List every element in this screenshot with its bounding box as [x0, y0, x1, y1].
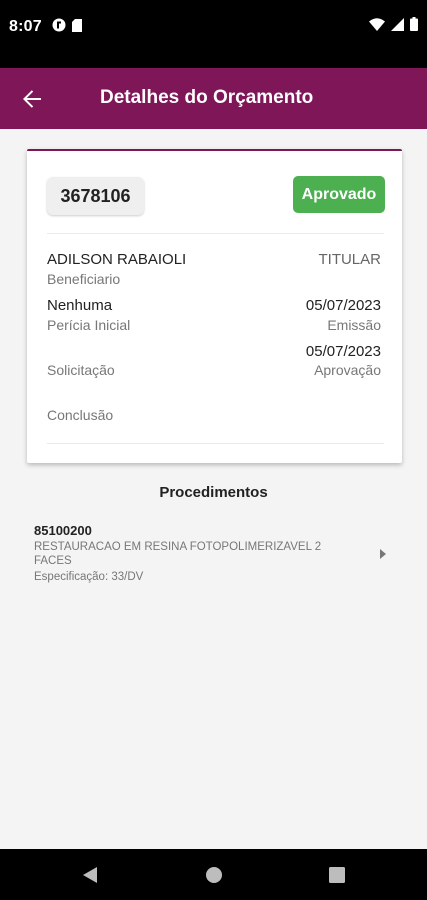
- status-time: 8:07: [9, 18, 42, 35]
- emissao-date: 05/07/2023: [305, 297, 381, 314]
- wifi-icon: [369, 17, 385, 31]
- nav-home-button[interactable]: [201, 862, 227, 888]
- aprovacao-label: Aprovação: [314, 362, 381, 378]
- solicitacao-label: Solicitação: [47, 362, 115, 378]
- status-notification-icons: [52, 18, 82, 32]
- nav-back-icon: [83, 867, 97, 883]
- page-title: Detalhes do Orçamento: [100, 87, 314, 108]
- beneficiary-label: Beneficiario: [47, 271, 121, 287]
- battery-icon: [410, 17, 418, 31]
- budget-code-chip: 3678106: [47, 177, 144, 215]
- nav-home-icon: [206, 867, 222, 883]
- system-nav-bar: [0, 849, 427, 900]
- back-button[interactable]: [18, 85, 46, 113]
- pericia-value: Nenhuma: [47, 297, 113, 314]
- chevron-right-icon: [380, 549, 386, 559]
- procedure-code: 85100200: [34, 523, 92, 538]
- card-divider: [47, 443, 384, 444]
- card-divider: [47, 233, 384, 234]
- arrow-left-icon: [23, 90, 41, 108]
- procedure-description: RESTAURACAO EM RESINA FOTOPOLIMERIZAVEL …: [34, 541, 322, 567]
- beneficiary-name: ADILSON RABAIOLI: [47, 251, 187, 268]
- budget-details-card: 3678106 Aprovado ADILSON RABAIOLI TITULA…: [27, 149, 402, 463]
- app-bar: Detalhes do Orçamento: [0, 68, 427, 129]
- procedure-list-item[interactable]: 85100200 RESTAURACAO EM RESINA FOTOPOLIM…: [0, 520, 427, 590]
- status-system-icons: [369, 17, 418, 31]
- sd-card-icon: [72, 18, 82, 32]
- status-badge: Aprovado: [293, 176, 385, 213]
- nav-recents-icon: [329, 867, 345, 883]
- procedure-spec: Especificação: 33/DV: [34, 571, 144, 583]
- status-bar: 8:07: [0, 0, 427, 68]
- emissao-label: Emissão: [327, 317, 381, 333]
- nav-recents-button[interactable]: [324, 862, 350, 888]
- signal-icon: [391, 17, 404, 31]
- pericia-label: Perícia Inicial: [47, 317, 131, 333]
- conclusao-label: Conclusão: [47, 407, 114, 423]
- nav-back-button[interactable]: [77, 862, 103, 888]
- beneficiary-type: TITULAR: [318, 251, 381, 268]
- aprovacao-date: 05/07/2023: [305, 343, 381, 360]
- procedimentos-title: Procedimentos: [159, 484, 268, 501]
- app-notification-icon: [52, 18, 66, 32]
